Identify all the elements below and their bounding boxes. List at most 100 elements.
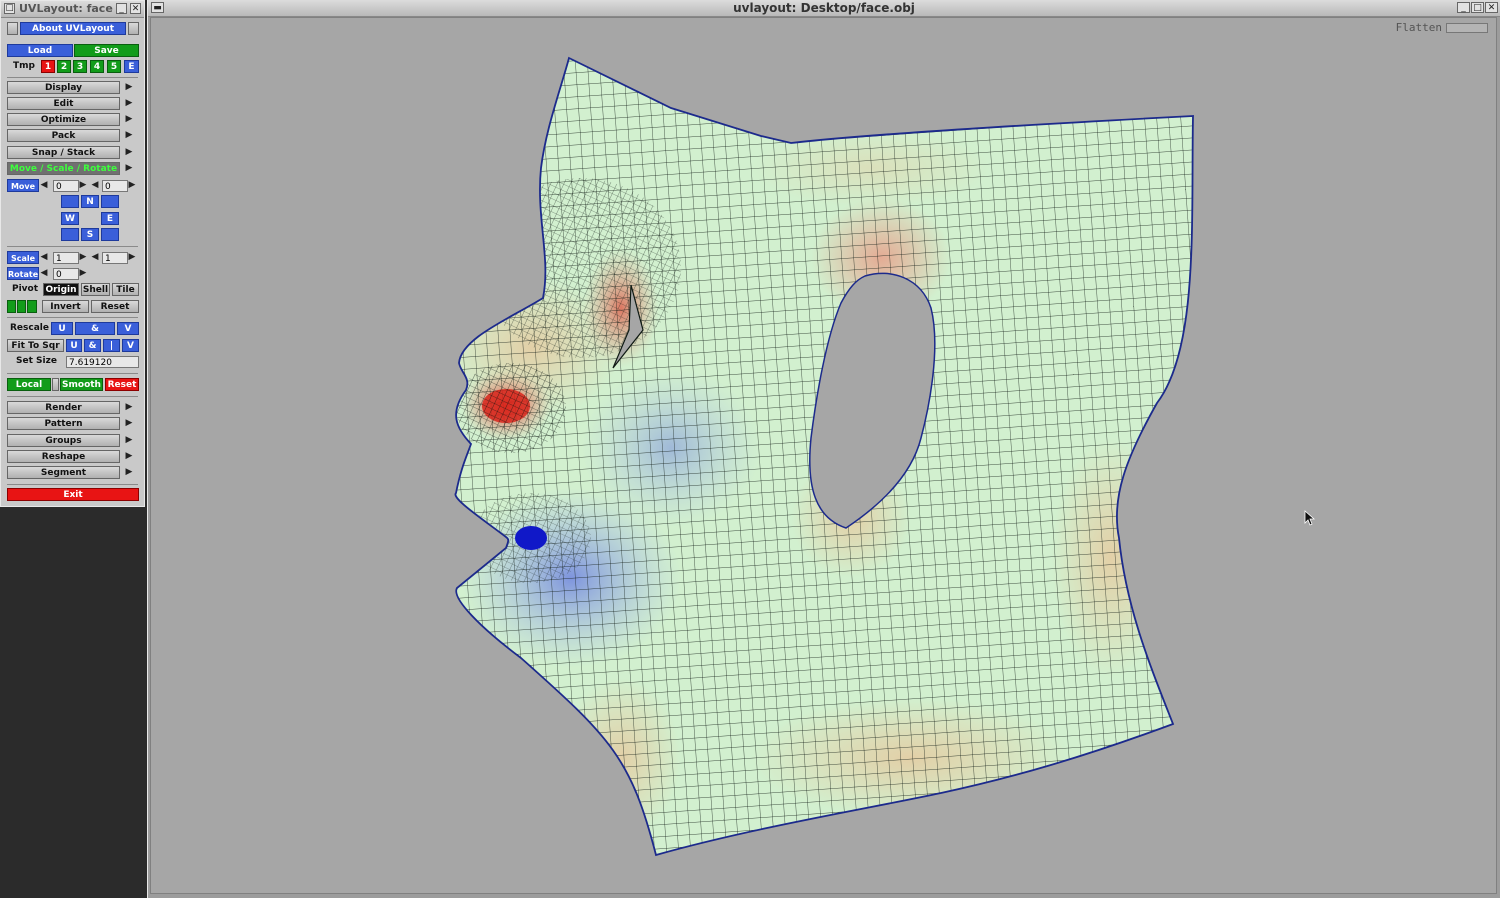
fit-to-sqr-button[interactable]: Fit To Sqr <box>7 339 64 352</box>
local-handle[interactable] <box>52 378 59 391</box>
about-left-handle[interactable] <box>7 22 18 35</box>
about-button[interactable]: About UVLayout <box>20 22 126 35</box>
optimize-menu-button[interactable]: Optimize <box>7 113 120 126</box>
snap-expand-icon[interactable]: ▶ <box>124 146 134 159</box>
fit-v-button[interactable]: V <box>122 339 139 352</box>
scale-v-dec-icon[interactable]: ◀ <box>91 251 99 264</box>
pivot-shell-button[interactable]: Shell <box>81 283 110 296</box>
optimize-expand-icon[interactable]: ▶ <box>124 113 134 126</box>
panel-titlebar[interactable]: ☐ UVLayout: face _ ✕ <box>1 1 144 18</box>
move-v-dec-icon[interactable]: ◀ <box>91 179 99 192</box>
move-sw-button[interactable] <box>61 228 79 241</box>
move-u-inc-icon[interactable]: ▶ <box>79 179 87 192</box>
display-expand-icon[interactable]: ▶ <box>124 81 134 94</box>
load-button[interactable]: Load <box>7 44 73 57</box>
rescale-v-button[interactable]: V <box>117 322 139 335</box>
window-menu-icon[interactable]: ☐ <box>4 3 15 14</box>
move-south-button[interactable]: S <box>81 228 99 241</box>
smooth-button[interactable]: Smooth <box>60 378 103 391</box>
close-icon[interactable]: ✕ <box>1485 2 1498 13</box>
move-west-button[interactable]: W <box>61 212 79 225</box>
pivot-origin-button[interactable]: Origin <box>43 283 79 296</box>
render-expand-icon[interactable]: ▶ <box>124 401 134 414</box>
groups-menu-button[interactable]: Groups <box>7 434 120 447</box>
set-size-input[interactable]: 7.619120 <box>66 356 139 368</box>
maximize-icon[interactable]: □ <box>1471 2 1484 13</box>
move-se-button[interactable] <box>101 228 119 241</box>
main-title: uvlayout: Desktop/face.obj <box>733 1 915 15</box>
toggle-3[interactable] <box>27 300 37 313</box>
reshape-menu-button[interactable]: Reshape <box>7 450 120 463</box>
move-u-input[interactable]: 0 <box>53 180 79 192</box>
set-size-label: Set Size <box>16 356 57 366</box>
reset-button[interactable]: Reset <box>91 300 139 313</box>
scale-u-inc-icon[interactable]: ▶ <box>79 251 87 264</box>
rotate-dec-icon[interactable]: ◀ <box>40 267 48 280</box>
viewport-window: ▬ uvlayout: Desktop/face.obj _ □ ✕ Flatt… <box>147 0 1500 898</box>
tmp-slot-4[interactable]: 4 <box>90 60 104 73</box>
scale-u-dec-icon[interactable]: ◀ <box>40 251 48 264</box>
pattern-menu-button[interactable]: Pattern <box>7 417 120 430</box>
groups-expand-icon[interactable]: ▶ <box>124 434 134 447</box>
move-north-button[interactable]: N <box>81 195 99 208</box>
uv-viewport[interactable]: Flatten <box>150 17 1497 894</box>
msr-expand-icon[interactable]: ▶ <box>124 162 134 175</box>
about-right-handle[interactable] <box>128 22 139 35</box>
reset-red-button[interactable]: Reset <box>105 378 139 391</box>
move-v-inc-icon[interactable]: ▶ <box>128 179 136 192</box>
tmp-slot-2[interactable]: 2 <box>57 60 71 73</box>
pattern-expand-icon[interactable]: ▶ <box>124 417 134 430</box>
minimize-icon[interactable]: _ <box>1457 2 1470 13</box>
rotate-inc-icon[interactable]: ▶ <box>79 267 87 280</box>
move-scale-rotate-menu-button[interactable]: Move / Scale / Rotate <box>7 162 120 175</box>
pivot-label: Pivot <box>12 284 39 294</box>
scale-v-inc-icon[interactable]: ▶ <box>128 251 136 264</box>
compression-spot <box>515 526 547 550</box>
uv-mesh-canvas[interactable] <box>151 18 1497 894</box>
segment-menu-button[interactable]: Segment <box>7 466 120 479</box>
tmp-slot-3[interactable]: 3 <box>73 60 87 73</box>
tool-panel-window: ☐ UVLayout: face _ ✕ About UVLayout Load… <box>0 0 145 507</box>
segment-expand-icon[interactable]: ▶ <box>124 466 134 479</box>
scale-v-input[interactable]: 1 <box>102 252 128 264</box>
mouse-cursor-icon <box>1304 510 1316 526</box>
main-titlebar[interactable]: ▬ uvlayout: Desktop/face.obj _ □ ✕ <box>148 0 1500 17</box>
render-menu-button[interactable]: Render <box>7 401 120 414</box>
rescale-label: Rescale <box>10 323 49 333</box>
rotate-input[interactable]: 0 <box>53 268 79 280</box>
invert-button[interactable]: Invert <box>42 300 89 313</box>
move-nw-button[interactable] <box>61 195 79 208</box>
close-icon[interactable]: ✕ <box>130 3 141 14</box>
move-east-button[interactable]: E <box>101 212 119 225</box>
toggle-2[interactable] <box>17 300 26 313</box>
move-button[interactable]: Move <box>7 179 39 192</box>
edit-menu-button[interactable]: Edit <box>7 97 120 110</box>
local-button[interactable]: Local <box>7 378 51 391</box>
pivot-tile-button[interactable]: Tile <box>112 283 139 296</box>
snap-stack-menu-button[interactable]: Snap / Stack <box>7 146 120 159</box>
scale-u-input[interactable]: 1 <box>53 252 79 264</box>
move-ne-button[interactable] <box>101 195 119 208</box>
tmp-slot-e[interactable]: E <box>124 60 139 73</box>
fit-both-button[interactable]: & <box>84 339 101 352</box>
toggle-1[interactable] <box>7 300 16 313</box>
minimize-icon[interactable]: _ <box>116 3 127 14</box>
exit-button[interactable]: Exit <box>7 488 139 501</box>
display-menu-button[interactable]: Display <box>7 81 120 94</box>
rescale-u-button[interactable]: U <box>51 322 73 335</box>
fit-bar-button[interactable]: | <box>103 339 120 352</box>
tmp-slot-5[interactable]: 5 <box>107 60 121 73</box>
reshape-expand-icon[interactable]: ▶ <box>124 450 134 463</box>
tmp-label: Tmp <box>13 61 35 71</box>
save-button[interactable]: Save <box>74 44 139 57</box>
move-v-input[interactable]: 0 <box>102 180 128 192</box>
pack-expand-icon[interactable]: ▶ <box>124 129 134 142</box>
edit-expand-icon[interactable]: ▶ <box>124 97 134 110</box>
move-u-dec-icon[interactable]: ◀ <box>40 179 48 192</box>
scale-button[interactable]: Scale <box>7 251 39 264</box>
tmp-slot-1[interactable]: 1 <box>41 60 55 73</box>
rescale-both-button[interactable]: & <box>75 322 115 335</box>
rotate-button[interactable]: Rotate <box>7 267 39 280</box>
fit-u-button[interactable]: U <box>66 339 82 352</box>
pack-menu-button[interactable]: Pack <box>7 129 120 142</box>
